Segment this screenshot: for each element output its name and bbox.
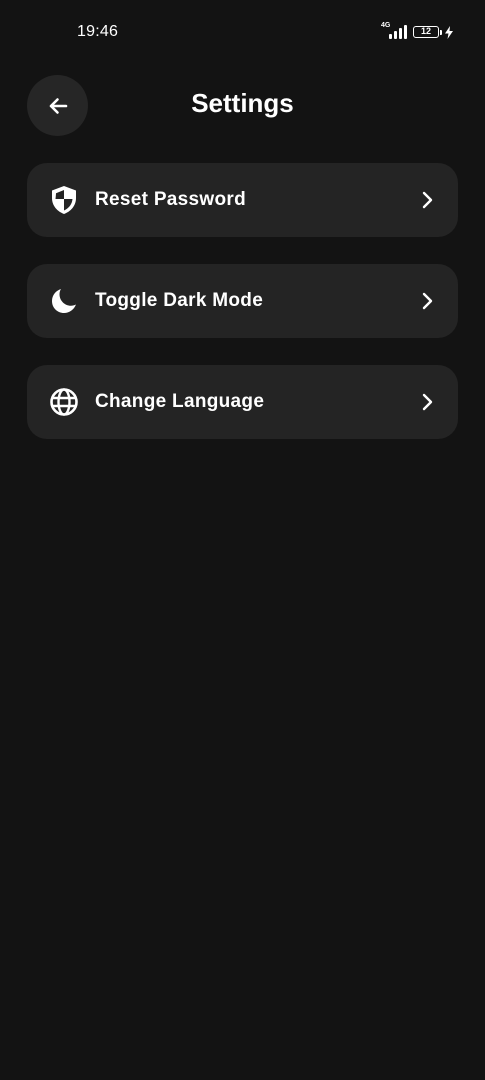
moon-icon — [49, 286, 79, 316]
signal-icon: 4G — [381, 22, 407, 39]
toggle-dark-mode-item[interactable]: Toggle Dark Mode — [27, 264, 458, 338]
globe-icon — [49, 387, 79, 417]
settings-screen: 19:46 4G 12 Settings Reset Password Togg… — [0, 0, 485, 1080]
settings-menu: Reset Password Toggle Dark Mode Change L… — [27, 163, 458, 466]
chevron-right-icon — [420, 393, 434, 411]
change-language-item[interactable]: Change Language — [27, 365, 458, 439]
menu-item-label: Toggle Dark Mode — [95, 290, 264, 311]
shield-icon — [49, 185, 79, 215]
battery-level: 12 — [413, 26, 439, 38]
status-time: 19:46 — [77, 23, 119, 40]
status-bar: 19:46 4G 12 — [0, 0, 485, 64]
chevron-right-icon — [420, 292, 434, 310]
menu-item-label: Reset Password — [95, 189, 246, 210]
network-type: 4G — [381, 22, 391, 29]
charging-bolt-icon — [445, 25, 453, 39]
battery-icon: 12 — [413, 25, 453, 39]
chevron-right-icon — [420, 191, 434, 209]
status-indicators: 4G 12 — [381, 22, 453, 41]
reset-password-item[interactable]: Reset Password — [27, 163, 458, 237]
page-title: Settings — [191, 88, 294, 118]
menu-item-label: Change Language — [95, 391, 265, 412]
